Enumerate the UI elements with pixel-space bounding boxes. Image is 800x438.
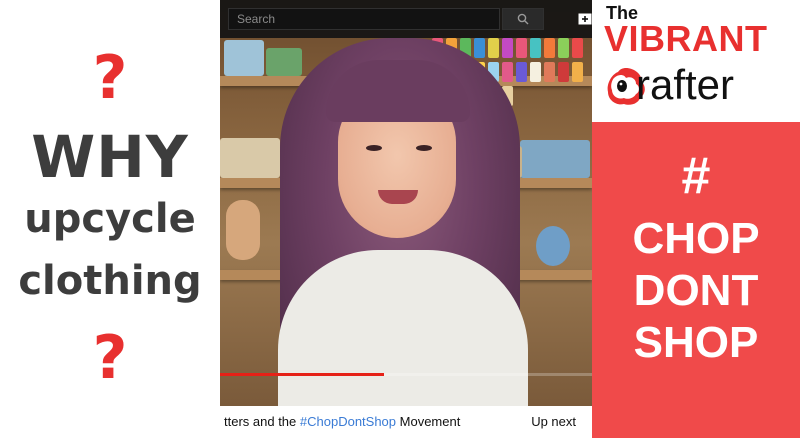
slogan-shop: SHOP [633, 318, 759, 367]
logo-crafter-text: rafter [636, 61, 735, 108]
video-caption-bar: tters and the #ChopDontShop Movement Up … [220, 406, 592, 438]
headline-clothing: clothing [18, 258, 202, 304]
craft-doll [226, 200, 260, 260]
slogan-dont: DONT [633, 266, 759, 315]
up-next-label: Up next [531, 414, 576, 429]
fabric-roll [266, 48, 302, 76]
brand-logo: The VIBRANT rafter [592, 0, 800, 122]
fabric-stack [220, 138, 280, 178]
video-progress-fill [220, 373, 384, 376]
craft-figure [536, 226, 570, 266]
search-input[interactable]: Search [228, 8, 500, 30]
headline-why: WHY [31, 123, 189, 191]
headline-upcycle: upcycle [24, 196, 196, 242]
search-icon [517, 13, 529, 25]
presenter-body [278, 250, 528, 406]
search-button[interactable] [502, 8, 544, 30]
right-promo-panel: The VIBRANT rafter # CHOP DONT SHOP [592, 0, 800, 438]
video-title[interactable]: tters and the #ChopDontShop Movement [224, 406, 460, 438]
add-video-icon [578, 13, 592, 25]
video-player[interactable] [220, 0, 592, 406]
hashtag-link[interactable]: #ChopDontShop [300, 414, 396, 429]
presenter-eye [366, 145, 382, 151]
logo-vibrant-text: VIBRANT [604, 18, 768, 59]
presenter-eye [416, 145, 432, 151]
video-progress-bar[interactable] [220, 373, 592, 376]
presenter-bangs [326, 60, 470, 122]
add-video-button[interactable] [578, 12, 592, 26]
fabric-stack [520, 140, 590, 178]
hashtag-symbol: # [681, 147, 711, 205]
question-mark-top: ? [92, 43, 128, 113]
fabric-roll [224, 40, 264, 76]
question-mark-bottom: ? [92, 323, 128, 393]
left-text-panel: ? WHY upcycle clothing ? [0, 0, 220, 438]
slogan-chop: CHOP [632, 214, 760, 263]
